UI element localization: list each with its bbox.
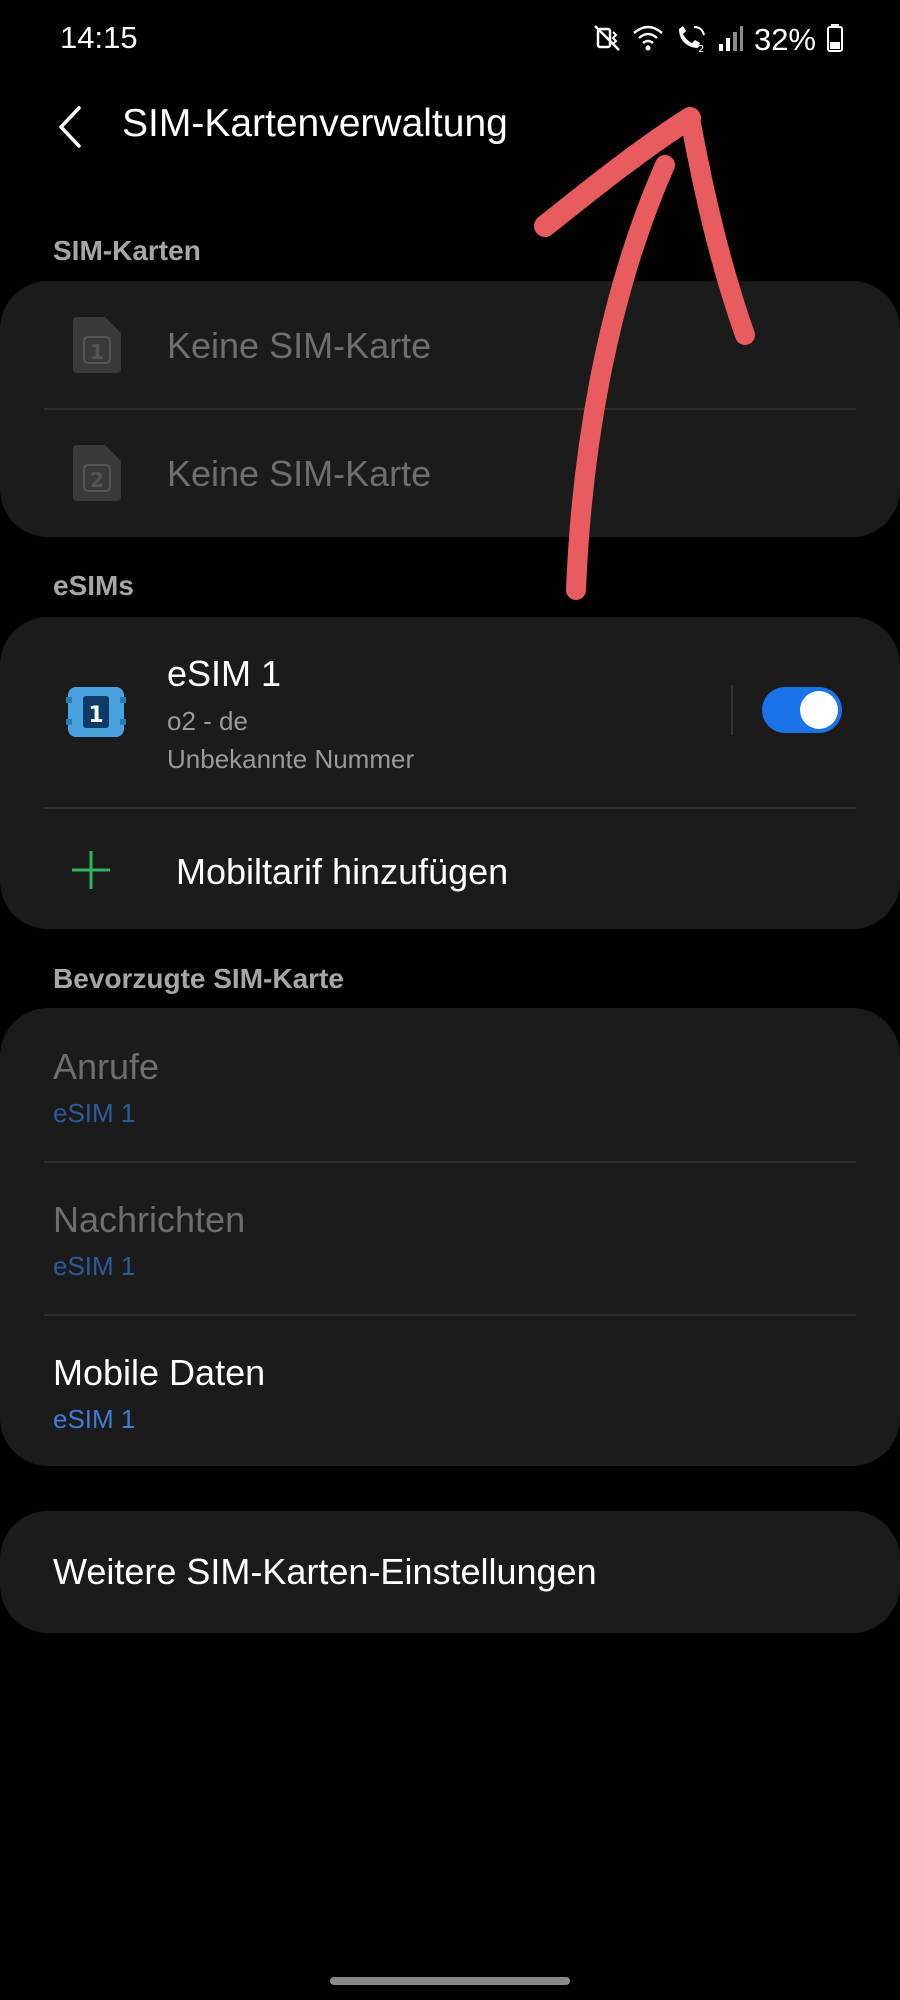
section-header-preferred-sim: Bevorzugte SIM-Karte	[53, 963, 344, 994]
esims-card: 1 eSIM 1 o2 - de Unbekannte Nummer Mobil…	[0, 617, 900, 929]
signal-icon	[718, 24, 744, 57]
back-button[interactable]	[48, 100, 92, 154]
svg-text:1: 1	[88, 703, 103, 728]
preferred-sim-card: Anrufe eSIM 1 Nachrichten eSIM 1 Mobile …	[0, 1008, 900, 1466]
svg-text:2: 2	[698, 44, 704, 53]
app-bar: SIM-Kartenverwaltung	[0, 90, 900, 162]
esim-number: Unbekannte Nummer	[167, 744, 415, 774]
section-header-sim-cards: SIM-Karten	[53, 235, 201, 266]
more-sim-settings-button[interactable]: Weitere SIM-Karten-Einstellungen	[0, 1511, 900, 1633]
sim-card-icon: 1	[69, 315, 123, 380]
calls-setting-row[interactable]: Anrufe eSIM 1	[0, 1008, 900, 1161]
toggle-knob	[800, 691, 838, 729]
esim-carrier: o2 - de	[167, 706, 248, 736]
add-plan-button[interactable]: Mobiltarif hinzufügen	[0, 809, 900, 929]
add-plan-label: Mobiltarif hinzufügen	[176, 851, 509, 892]
sim-slot-2-row[interactable]: 2 Keine SIM-Karte	[0, 409, 900, 537]
vertical-separator	[731, 685, 733, 735]
mobile-data-value: eSIM 1	[53, 1404, 136, 1434]
plus-icon	[70, 849, 112, 896]
svg-text:2: 2	[90, 468, 104, 492]
wifi-calling-icon: 2	[674, 23, 708, 58]
calls-label: Anrufe	[53, 1046, 160, 1087]
esim-toggle-switch[interactable]	[762, 687, 842, 733]
more-sim-settings-label: Weitere SIM-Karten-Einstellungen	[53, 1551, 597, 1592]
section-header-esims: eSIMs	[53, 570, 134, 601]
chevron-left-icon	[59, 106, 81, 148]
status-icons: 2 32%	[592, 20, 844, 60]
esim-name: eSIM 1	[167, 653, 282, 694]
sim-cards-card: 1 Keine SIM-Karte 2 Keine SIM-Karte	[0, 281, 900, 537]
wifi-icon	[632, 23, 664, 58]
mobile-data-setting-row[interactable]: Mobile Daten eSIM 1	[0, 1316, 900, 1466]
sim-slot-1-label: Keine SIM-Karte	[167, 325, 432, 366]
sim-slot-2-label: Keine SIM-Karte	[167, 453, 432, 494]
messages-value: eSIM 1	[53, 1251, 136, 1281]
battery-percent: 32%	[753, 22, 816, 57]
status-time: 14:15	[60, 20, 138, 55]
status-bar: 14:15 2 32%	[0, 0, 900, 80]
esim-icon: 1	[66, 685, 126, 744]
mobile-data-label: Mobile Daten	[53, 1352, 266, 1393]
sim-card-icon: 2	[69, 443, 123, 508]
messages-setting-row[interactable]: Nachrichten eSIM 1	[0, 1163, 900, 1314]
calls-value: eSIM 1	[53, 1098, 136, 1128]
navigation-handle[interactable]	[330, 1977, 570, 1985]
battery-icon	[826, 23, 844, 58]
messages-label: Nachrichten	[53, 1199, 246, 1240]
sim-slot-1-row[interactable]: 1 Keine SIM-Karte	[0, 281, 900, 409]
esim-row[interactable]: 1 eSIM 1 o2 - de Unbekannte Nummer	[0, 617, 720, 807]
svg-text:1: 1	[90, 340, 104, 364]
page-title: SIM-Kartenverwaltung	[122, 102, 508, 145]
mute-vibrate-icon	[592, 23, 622, 58]
